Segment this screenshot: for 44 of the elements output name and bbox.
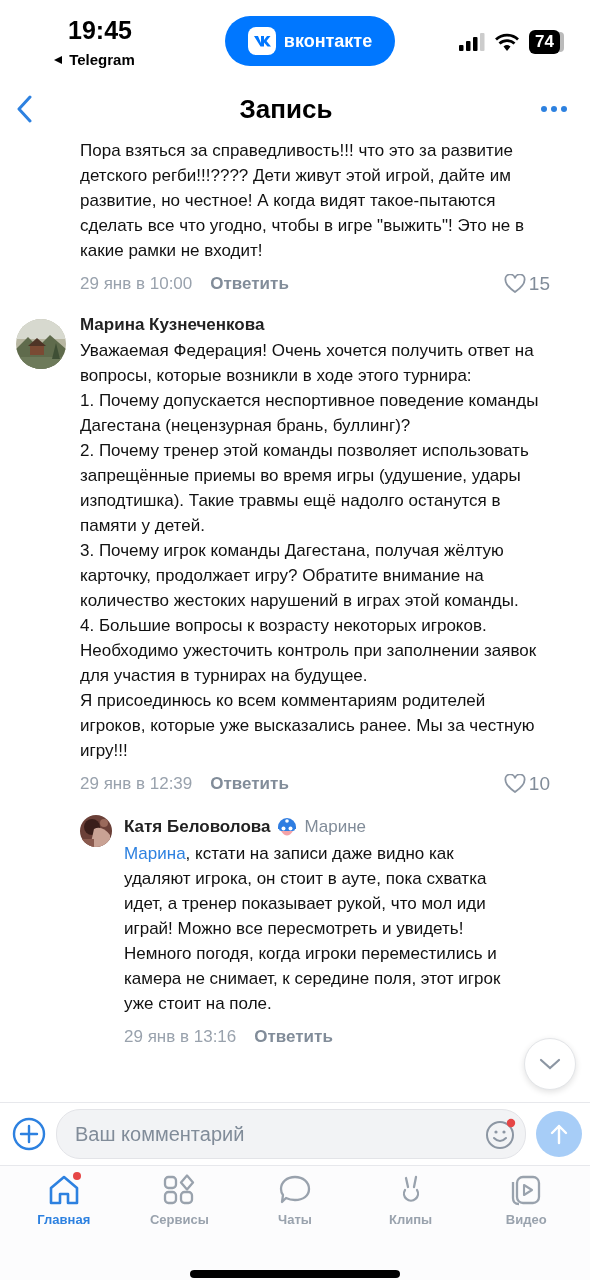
tab-bar-item[interactable]: Главная	[13, 1174, 114, 1240]
mention-link[interactable]: Марина	[124, 844, 186, 863]
comment-text: Марина, кстати на записи даже видно как удаляют игрока, он стоит в ауте, пока схватка идет, а тренер показывает рукой, что мол иди играй! Можно все пересмотреть и увидеть! Немного погодя, когда игроки переместились и камера не снимает, к середине поля, этот игрок уже стоит на поле.	[124, 843, 502, 1015]
chevron-down-icon	[539, 1058, 561, 1070]
more-button[interactable]	[540, 105, 568, 113]
back-arrow-icon	[53, 54, 64, 65]
arrow-up-icon	[549, 1123, 569, 1145]
comment-text: 3. Почему игрок команды Дагестана, получая жёлтую карточку, продолжает игру? Обратите внимание на количество жестоких нарушений в играх этой команды.	[80, 540, 520, 612]
chat-bubble-icon	[278, 1174, 312, 1206]
like-button[interactable]: 15	[503, 273, 550, 295]
tab-bar-item[interactable]: Чаты	[245, 1174, 345, 1240]
comment-text: Уважаемая Федерация! Очень хочется получить ответ на вопросы, которые возникли в ходе этого турнира:	[80, 340, 535, 387]
reply-to-label: Марине	[304, 817, 367, 837]
grid-icon	[162, 1174, 197, 1206]
page-title: Запись	[239, 93, 333, 125]
add-attachment-button[interactable]	[12, 1117, 46, 1151]
back-button[interactable]	[16, 95, 32, 123]
comment-author[interactable]: Катя Беловолова	[124, 817, 271, 837]
tab-bar-item[interactable]: Сервисы	[129, 1174, 230, 1240]
signal-icon	[459, 33, 486, 51]
comment-date: 29 янв в 13:16	[124, 1027, 237, 1047]
comment-input-field[interactable]: Ваш комментарий	[56, 1109, 526, 1159]
comment-date: 29 янв в 12:39	[80, 774, 193, 794]
status-time: 19:45	[68, 16, 132, 45]
reply-button[interactable]: Ответить	[210, 274, 289, 294]
app-pill: вконтакте	[225, 16, 395, 66]
reply-button[interactable]: Ответить	[210, 774, 289, 794]
comment-text: Я присоединюсь ко всем комментариям родителей игроков, которые уже высказались ранее. Мы за честную игру!!!	[80, 690, 536, 762]
tab-bar-item[interactable]: Видео	[476, 1174, 577, 1240]
reply-button[interactable]: Ответить	[254, 1027, 333, 1047]
like-button[interactable]: 10	[503, 773, 550, 795]
comment-text: 1. Почему допускается неспортивное поведение команды Дагестана (нецензурная брань, буллинг)?	[80, 390, 540, 437]
emoji-icon[interactable]	[485, 1118, 517, 1150]
comment-text: Пора взяться за справедливость!!! что это за развитие детского регби!!!???? Дети живут этой игрой, дайте им развитие, но честное! А когда видят такое-пытаются сделать все что угодно, чтобы в игре "выжить"! Это не в какие рамки не входит!	[80, 140, 525, 262]
comment-text: 4. Большие вопросы к возрасту некоторых игроков. Необходимо ужесточить контроль при заполнении заявок для участия в турнирах на будущее.	[80, 615, 538, 687]
wifi-icon	[495, 33, 520, 51]
comment-input[interactable]: Ваш комментарий	[73, 1121, 485, 1147]
back-to-app-link[interactable]: Telegram	[53, 51, 135, 68]
comment-author[interactable]: Марина Кузнеченкова	[80, 315, 550, 335]
tab-bar-item[interactable]: Клипы	[360, 1174, 461, 1240]
comment-date: 29 янв в 10:00	[80, 274, 193, 294]
plus-icon	[12, 1117, 46, 1151]
comment-text: 2. Почему тренер этой команды позволяет использовать запрещённые приемы во время игры (удушение, удары изподтишка). Такие травмы ещё надолго останутся в памяти у детей.	[80, 440, 530, 537]
app-logo-icon	[247, 27, 276, 55]
